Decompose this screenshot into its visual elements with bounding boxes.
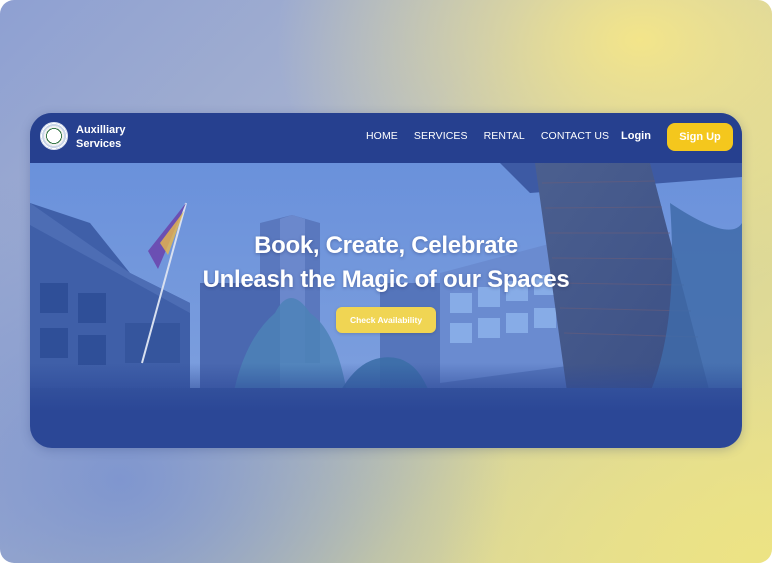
- nav-item-services[interactable]: SERVICES: [414, 130, 468, 142]
- brand-name[interactable]: Auxilliary Services: [76, 123, 146, 151]
- signup-button[interactable]: Sign Up: [667, 123, 733, 151]
- website-window: Auxilliary Services HOME SERVICES RENTAL…: [30, 113, 742, 448]
- nav-item-rental[interactable]: RENTAL: [484, 130, 525, 142]
- hero-section: Book, Create, Celebrate Unleash the Magi…: [30, 163, 742, 413]
- hero-bottom-fade: [30, 363, 742, 413]
- hero-headline-line-2: Unleash the Magic of our Spaces: [202, 266, 570, 293]
- brand-line-2: Services: [76, 138, 122, 150]
- navbar: Auxilliary Services HOME SERVICES RENTAL…: [30, 113, 742, 163]
- hero-headline-line-1: Book, Create, Celebrate: [254, 232, 518, 259]
- brand-line-1: Auxilliary: [76, 124, 126, 136]
- nav-item-home[interactable]: HOME: [366, 130, 398, 142]
- login-button[interactable]: Login: [621, 130, 651, 142]
- nav-links: HOME SERVICES RENTAL CONTACT US: [366, 130, 625, 142]
- check-availability-button[interactable]: Check Availability: [336, 307, 436, 333]
- seal-logo-icon[interactable]: [40, 122, 68, 150]
- nav-item-contact-us[interactable]: CONTACT US: [541, 130, 609, 142]
- hero-headline: Book, Create, Celebrate Unleash the Magi…: [30, 229, 742, 297]
